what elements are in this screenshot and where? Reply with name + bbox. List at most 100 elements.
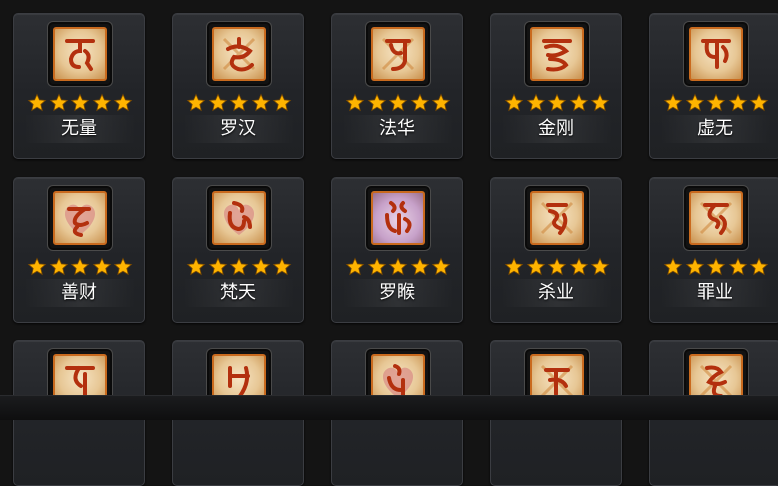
rune-icon [212,27,266,81]
star-rating [186,93,292,113]
rune-name: 梵天 [220,282,256,303]
star-rating [345,257,451,277]
rune-icon-frame [366,22,430,86]
star-icon [547,257,567,276]
star-icon [272,93,292,112]
star-icon [345,257,365,276]
rune-card[interactable]: 罗睺 [331,177,463,323]
rune-icon-frame [207,186,271,250]
rune-icon [371,27,425,81]
star-icon [504,93,524,112]
rune-name: 杀业 [538,282,574,303]
star-icon [388,257,408,276]
star-icon [663,93,683,112]
star-icon [251,257,270,276]
star-icon [272,257,292,276]
star-icon [685,257,704,276]
bottom-bar [0,395,778,420]
rune-name: 罗睺 [379,282,415,303]
star-icon [229,93,249,112]
star-icon [728,257,747,276]
star-icon [49,257,68,276]
star-icon [229,257,249,276]
star-icon [113,93,133,112]
rune-card[interactable]: 法华 [331,13,463,159]
star-icon [345,93,365,112]
star-icon [526,93,545,112]
star-icon [569,93,588,112]
rune-icon-frame [48,186,112,250]
star-icon [547,93,567,112]
rune-name: 金刚 [538,118,574,139]
rune-icon [689,27,743,81]
star-icon [186,93,206,112]
star-icon [590,93,610,112]
rune-icon-frame [684,22,748,86]
rune-card[interactable]: 梵天 [172,177,304,323]
star-icon [92,257,111,276]
star-icon [70,93,90,112]
star-icon [208,93,227,112]
star-icon [92,93,111,112]
star-icon [749,93,769,112]
star-rating [663,93,769,113]
star-icon [706,93,726,112]
star-icon [663,257,683,276]
star-icon [208,257,227,276]
rune-icon-frame [525,22,589,86]
rune-icon-frame [48,22,112,86]
rune-name: 法华 [379,118,415,139]
star-rating [504,257,610,277]
rune-name: 虚无 [697,118,733,139]
star-icon [367,257,386,276]
rune-name: 罗汉 [220,118,256,139]
rune-grid: 无量 罗汉 法华 金刚 虚无 善财 梵天 罗睺 杀业 罪业 [0,0,778,486]
rune-icon-frame [366,186,430,250]
star-rating [27,93,133,113]
star-icon [526,257,545,276]
star-icon [749,257,769,276]
star-icon [251,93,270,112]
rune-card[interactable]: 杀业 [490,177,622,323]
star-icon [49,93,68,112]
star-icon [590,257,610,276]
star-icon [367,93,386,112]
star-icon [569,257,588,276]
star-rating [345,93,451,113]
star-rating [186,257,292,277]
star-icon [410,93,429,112]
star-icon [113,257,133,276]
rune-name: 无量 [61,118,97,139]
heart-rune-icon [212,191,266,245]
rune-icon-frame [684,186,748,250]
rune-icon [53,27,107,81]
star-icon [706,257,726,276]
rune-name: 罪业 [697,282,733,303]
star-icon [70,257,90,276]
star-icon [728,93,747,112]
star-icon [431,257,451,276]
rune-card[interactable]: 无量 [13,13,145,159]
star-icon [410,257,429,276]
rune-card[interactable]: 善财 [13,177,145,323]
rune-name: 善财 [61,282,97,303]
rune-card[interactable]: 罗汉 [172,13,304,159]
rune-card[interactable]: 罪业 [649,177,778,323]
rune-icon-frame [525,186,589,250]
star-rating [504,93,610,113]
star-icon [685,93,704,112]
rune-icon [530,27,584,81]
star-rating [663,257,769,277]
star-icon [27,257,47,276]
rune-card[interactable]: 虚无 [649,13,778,159]
star-icon [504,257,524,276]
rune-icon [371,191,425,245]
rune-card[interactable]: 金刚 [490,13,622,159]
star-icon [431,93,451,112]
rune-icon [689,191,743,245]
star-icon [388,93,408,112]
star-icon [186,257,206,276]
star-icon [27,93,47,112]
heart-rune-icon [53,191,107,245]
rune-icon-frame [207,22,271,86]
